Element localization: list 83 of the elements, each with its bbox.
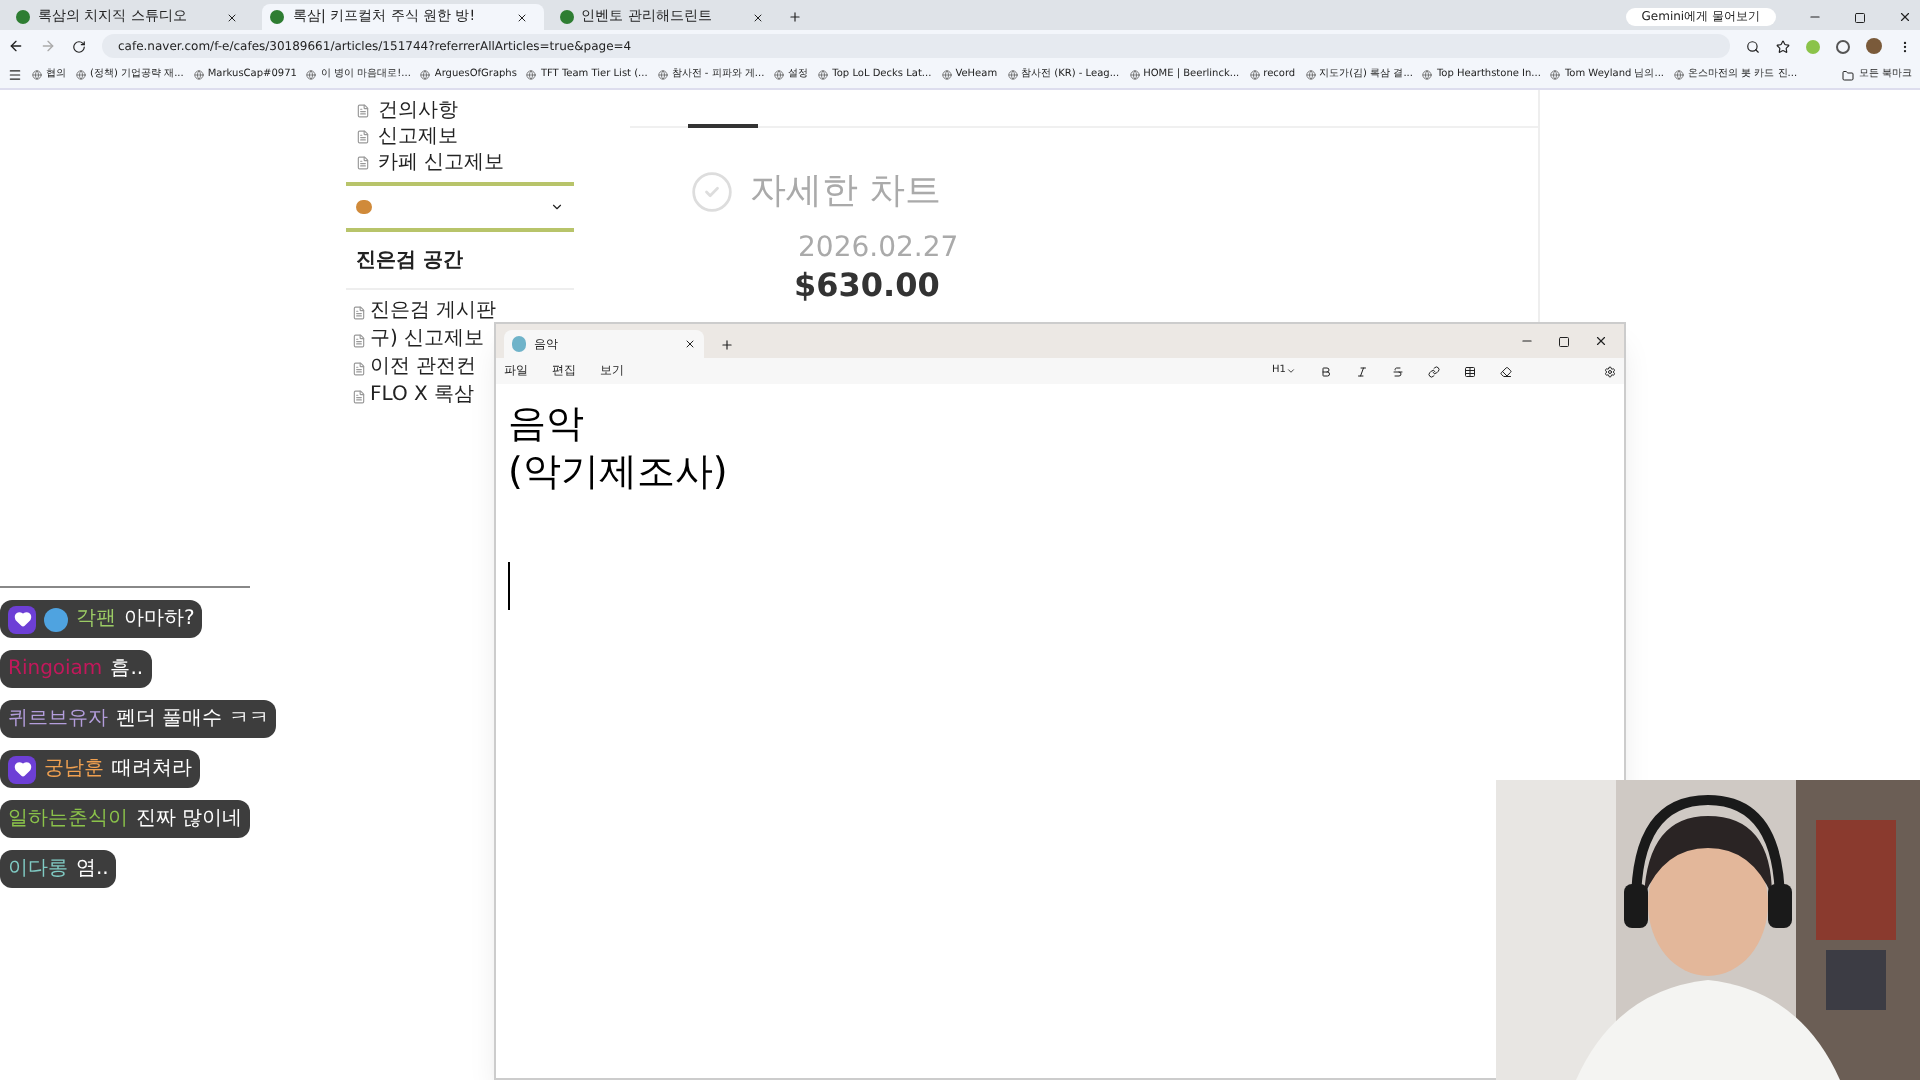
sidebar-link[interactable]: 건의사항 [356, 98, 458, 124]
globe-icon [32, 70, 42, 80]
globe-icon [657, 70, 668, 80]
italic-icon[interactable] [1355, 365, 1368, 377]
globe-icon [774, 70, 785, 80]
chat-text: 아마하? [124, 606, 195, 634]
sidebar-link[interactable]: 신고제보 [356, 124, 458, 150]
globe-icon [420, 70, 431, 80]
close-icon[interactable] [1898, 10, 1912, 24]
text-cursor [508, 562, 510, 610]
maximize-icon[interactable] [1854, 12, 1866, 24]
globe-icon [306, 70, 317, 80]
favicon-icon [270, 10, 285, 24]
chat-text: 때려쳐라 [112, 756, 192, 784]
globe-icon [818, 70, 829, 80]
globe-icon [1249, 70, 1260, 80]
table-icon[interactable] [1463, 365, 1476, 377]
document-line: (악기제조사) [508, 448, 730, 496]
chat-username: 일하는춘식이 [8, 806, 128, 834]
profile-icon[interactable] [1866, 38, 1882, 54]
chat-username: 궁남훈 [44, 756, 104, 784]
link-icon[interactable] [1427, 365, 1440, 377]
caret-icon [550, 200, 564, 214]
maximize-icon[interactable] [1558, 336, 1570, 348]
new-tab-icon[interactable] [787, 10, 802, 24]
chat-text: 흠.. [110, 656, 144, 684]
favicon-icon [559, 10, 574, 24]
caret-icon [1285, 366, 1296, 376]
settings-icon[interactable] [1604, 365, 1616, 377]
clear-format-icon[interactable] [1499, 365, 1512, 377]
strikethrough-icon[interactable] [1391, 365, 1404, 377]
globe-icon [941, 70, 952, 80]
close-icon[interactable] [751, 11, 764, 23]
document-icon [352, 361, 366, 375]
document-line: 음악 [508, 400, 586, 448]
document-icon [356, 156, 370, 170]
globe-icon [1550, 70, 1561, 80]
chat-username: 퀴르브유자 [8, 706, 108, 734]
zoom-icon[interactable] [1746, 39, 1760, 53]
apps-icon[interactable] [8, 68, 22, 82]
sidebar-link[interactable]: 이전 관전컨 [352, 354, 477, 382]
close-icon[interactable] [1594, 334, 1608, 348]
chart-date: 2026.02.27 [798, 230, 959, 266]
new-tab-icon[interactable] [720, 338, 734, 352]
menu-icon[interactable] [1898, 39, 1912, 53]
back-icon[interactable] [8, 38, 24, 54]
folder-icon [1842, 69, 1855, 81]
reload-icon[interactable] [72, 39, 86, 53]
chat-text: 진짜 많이네 [136, 806, 243, 834]
sidebar-link[interactable]: 카페 신고제보 [356, 150, 505, 176]
chat-text: 염.. [76, 856, 109, 884]
globe-icon [76, 70, 86, 80]
document-icon [352, 389, 366, 403]
globe-icon [1007, 70, 1018, 80]
document-icon [356, 104, 370, 118]
check-circle-icon [690, 169, 734, 213]
chat-text: 펜더 풀매수 ㅋㅋ [116, 706, 269, 734]
chat-username: Ringoiam [8, 656, 103, 684]
globe-icon [1674, 70, 1685, 80]
sidebar-link[interactable]: 진은검 게시판 [352, 298, 497, 326]
sidebar-link[interactable]: FLO X 록삼 [352, 382, 475, 410]
close-icon[interactable] [684, 338, 696, 350]
section-title: 진은검 공간 [346, 246, 574, 290]
document-icon [352, 333, 366, 347]
price-text: $630.00 [794, 266, 940, 306]
globe-icon [1422, 70, 1433, 80]
minimize-icon[interactable] [1808, 10, 1822, 24]
globe-icon [1129, 70, 1140, 80]
sidebar-link[interactable]: 구) 신고제보 [352, 326, 485, 354]
close-icon[interactable] [226, 11, 239, 23]
bold-icon[interactable] [1319, 365, 1332, 377]
minimize-icon[interactable] [1520, 334, 1534, 348]
globe-icon [193, 70, 204, 80]
document-icon [352, 305, 366, 319]
favicon-icon [16, 10, 30, 24]
document-icon [356, 130, 370, 144]
globe-icon [526, 70, 537, 80]
bookmark-star-icon[interactable] [1776, 39, 1790, 53]
chat-username: 각팬 [76, 606, 116, 634]
globe-icon [1305, 70, 1316, 80]
close-icon[interactable] [515, 11, 528, 23]
section-heading: 자세한 차트 [750, 168, 942, 216]
chat-username: 이다롱 [8, 856, 68, 884]
